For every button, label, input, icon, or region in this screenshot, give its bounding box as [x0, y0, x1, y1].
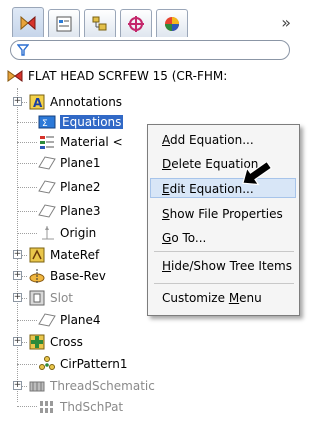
materef-icon [28, 246, 46, 264]
tree-item-equations[interactable]: Σ Equations [38, 112, 124, 132]
menu-separator [154, 283, 294, 284]
tree-item-threadschematic[interactable]: ThreadSchematic [28, 376, 155, 396]
tree-item-materef[interactable]: MateRef [28, 245, 99, 265]
tree-item-cirpattern1[interactable]: CirPattern1 [38, 354, 127, 374]
plane-icon [38, 178, 56, 196]
tree-root[interactable]: FLAT HEAD SCRFEW 15 (CR-FHM: [6, 66, 227, 86]
cut-icon [28, 289, 46, 307]
annotations-icon: A [28, 93, 46, 111]
menu-overlay [147, 124, 300, 274]
tree-item-plane2[interactable]: Plane2 [38, 177, 101, 197]
tree-connector [17, 88, 18, 402]
tree-item-cross[interactable]: Cross [28, 332, 83, 352]
tree-root-label: FLAT HEAD SCRFEW 15 (CR-FHM: [28, 69, 228, 83]
pattern-icon [38, 398, 56, 416]
expand-toggle[interactable]: + [13, 271, 22, 280]
tree-item-material[interactable]: Material < [38, 132, 123, 152]
expand-toggle[interactable]: + [13, 97, 22, 106]
tree-item-plane1[interactable]: Plane1 [38, 153, 101, 173]
expand-toggle[interactable]: + [13, 381, 22, 390]
cross-feature-icon [28, 333, 46, 351]
tree-item-plane3[interactable]: Plane3 [38, 201, 101, 221]
svg-text:Σ: Σ [42, 119, 48, 129]
thread-icon [28, 377, 46, 395]
expand-toggle[interactable]: + [13, 337, 22, 346]
tree-item-base-rev[interactable]: Base-Rev [28, 266, 106, 286]
menu-item-customize-menu[interactable]: Customize Menu [162, 291, 262, 305]
part-icon [6, 67, 24, 85]
tree-item-thdschpat[interactable]: ThdSchPat [38, 397, 123, 417]
tree-item-plane4[interactable]: Plane4 [38, 310, 101, 330]
plane-icon [38, 154, 56, 172]
material-icon [38, 133, 56, 151]
revolve-icon [28, 267, 46, 285]
plane-icon [38, 311, 56, 329]
expand-toggle[interactable]: + [13, 250, 22, 259]
plane-icon [38, 202, 56, 220]
circular-pattern-icon [38, 355, 56, 373]
equations-icon: Σ [38, 113, 56, 131]
tree-item-annotations[interactable]: A Annotations [28, 92, 122, 112]
tree-item-origin[interactable]: Origin [38, 223, 96, 243]
mouse-cursor-icon [238, 160, 278, 199]
origin-icon [38, 224, 56, 242]
expand-toggle[interactable]: + [13, 293, 22, 302]
tree-item-slot[interactable]: Slot [28, 288, 73, 308]
svg-text:A: A [33, 96, 43, 110]
